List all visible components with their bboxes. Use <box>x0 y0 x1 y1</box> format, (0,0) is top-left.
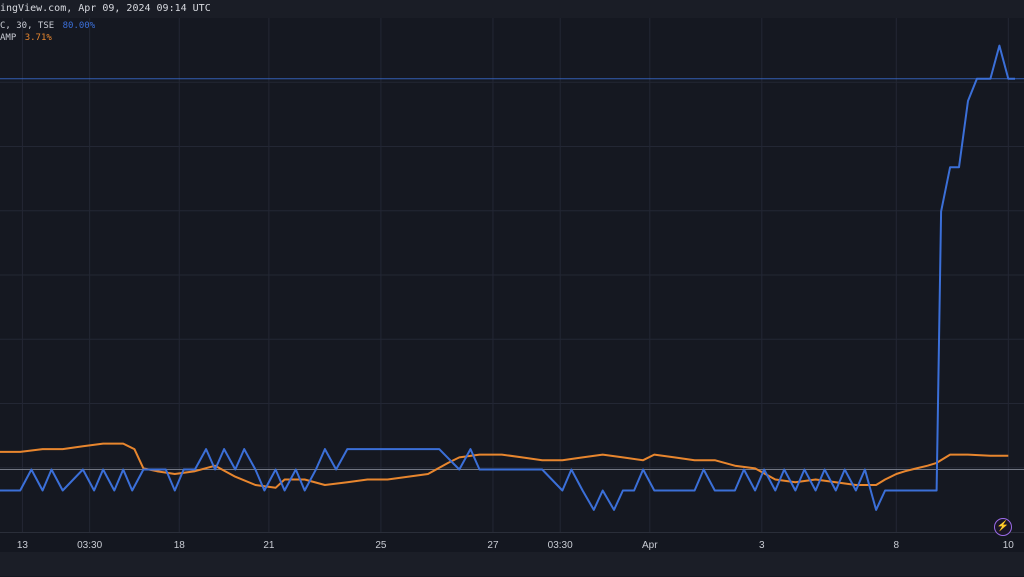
bottom-bar <box>0 552 1024 576</box>
chart-grid <box>0 18 1024 532</box>
x-tick-label: 8 <box>893 540 900 551</box>
legend-series-2-label: AMP <box>0 33 17 43</box>
x-tick-label: 13 <box>16 540 28 551</box>
source-text: ingView.com, Apr 09, 2024 09:14 UTC <box>0 3 211 14</box>
price-chart[interactable] <box>0 0 1024 576</box>
series-line-2 <box>0 442 1009 489</box>
legend-series-2-value: 3.71% <box>24 33 52 43</box>
chart-header: ingView.com, Apr 09, 2024 09:14 UTC <box>0 0 1024 18</box>
x-tick-label: 18 <box>173 540 185 551</box>
legend-series-1-label: C, 30, TSE <box>0 21 55 31</box>
x-tick-label: 21 <box>263 540 275 551</box>
lightning-icon[interactable]: ⚡ <box>994 518 1012 536</box>
reference-lines <box>0 78 1024 471</box>
x-tick-label: 03:30 <box>547 540 573 551</box>
x-tick-label: 3 <box>759 540 765 551</box>
x-tick-label: 10 <box>1002 540 1014 551</box>
legend-series-1-value: 80.00% <box>62 21 96 31</box>
legend-series-1[interactable]: C, 30, TSE 80.00% <box>0 20 95 32</box>
x-tick-label: Apr <box>642 540 658 551</box>
x-tick-label: 27 <box>487 540 499 551</box>
x-tick-label: 03:30 <box>77 540 103 551</box>
legend-series-2[interactable]: AMP 3.71% <box>0 32 95 44</box>
x-tick-label: 25 <box>375 540 387 551</box>
series-lines <box>0 44 1015 511</box>
legend: C, 30, TSE 80.00% AMP 3.71% <box>0 20 95 44</box>
series-line-1 <box>0 44 1015 511</box>
